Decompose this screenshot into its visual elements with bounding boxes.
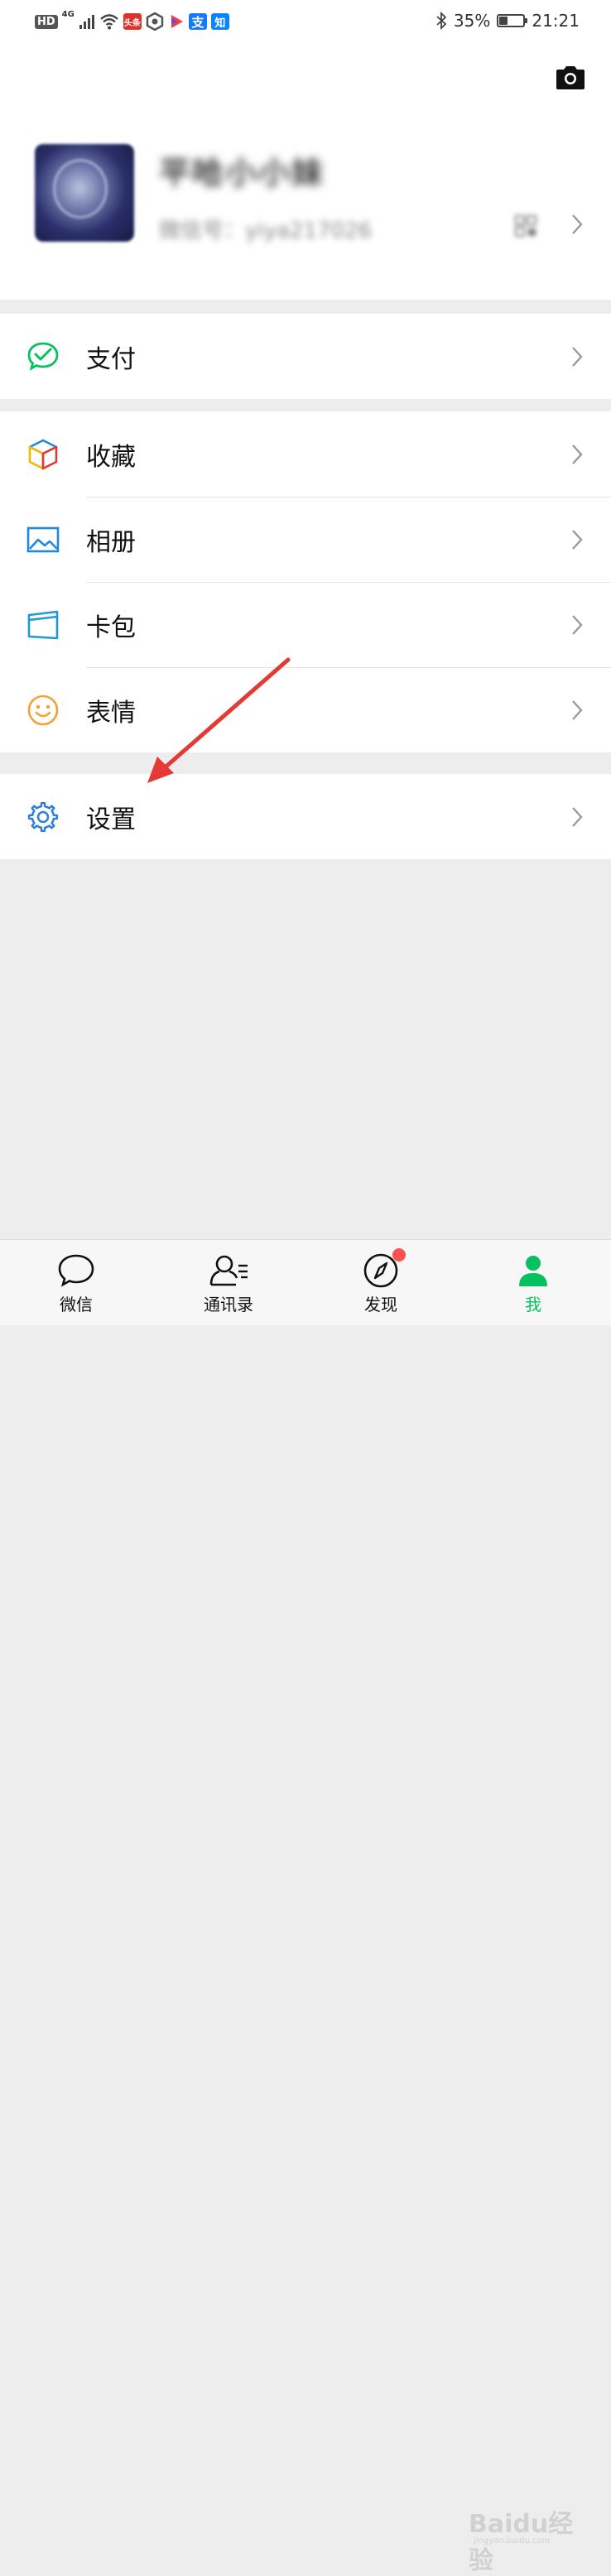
qr-code-icon[interactable]	[515, 215, 536, 237]
zhihu-icon: 知	[210, 13, 229, 30]
status-bar: HD 4G 头条 支 知 35% 21:21	[0, 0, 611, 41]
chevron-right-icon	[572, 346, 583, 367]
album-icon	[26, 526, 60, 553]
menu-item-settings[interactable]: 设置	[0, 774, 611, 859]
chevron-right-icon	[572, 806, 583, 827]
battery-level	[499, 17, 508, 25]
menu-item-favorites[interactable]: 收藏	[0, 411, 611, 497]
menu-label-favorites: 收藏	[86, 442, 136, 472]
tab-label-chats: 微信	[60, 1295, 93, 1314]
watermark-sub: jingyan.baidu.com	[474, 2536, 551, 2545]
chevron-right-icon	[572, 214, 583, 234]
menu-item-pay[interactable]: 支付	[0, 314, 611, 399]
menu-item-album[interactable]: 相册	[0, 497, 611, 582]
battery-icon	[497, 14, 528, 27]
wechat-id: 微信号：yiya217026	[159, 219, 373, 243]
hd-indicator: HD	[35, 14, 58, 29]
me-person-icon	[519, 1256, 547, 1286]
menu-item-cards[interactable]: 卡包	[0, 582, 611, 667]
pay-icon	[27, 342, 59, 371]
menu-label-cards: 卡包	[86, 613, 136, 642]
baidu-watermark: Baidu经验 jingyan.baidu.com	[469, 2502, 585, 2575]
camera-icon[interactable]	[555, 65, 586, 91]
contacts-icon	[209, 1255, 248, 1286]
menu-label-stickers: 表情	[86, 698, 136, 728]
network-type: 4G	[61, 10, 75, 19]
chevron-right-icon	[572, 614, 583, 635]
pixel-app-icon	[146, 12, 164, 31]
menu-item-stickers[interactable]: 表情	[0, 667, 611, 752]
signal-icon	[79, 15, 94, 29]
nickname: 平哈小小妹	[159, 155, 325, 191]
chevron-right-icon	[572, 529, 583, 550]
tab-discover[interactable]: 发现	[331, 1240, 431, 1325]
tab-chats[interactable]: 微信	[26, 1240, 126, 1325]
sticker-smile-icon	[27, 694, 59, 726]
battery-percent: 35%	[453, 11, 491, 31]
wifi-icon	[100, 14, 118, 30]
menu-label-settings: 设置	[86, 805, 136, 834]
chevron-right-icon	[572, 444, 583, 464]
tab-label-me: 我	[525, 1295, 541, 1314]
tab-contacts[interactable]: 通讯录	[179, 1240, 278, 1325]
menu-group-pay: 支付	[0, 314, 611, 399]
menu-group-settings: 设置	[0, 774, 611, 859]
gear-icon	[27, 801, 59, 833]
alipay-icon: 支	[188, 13, 207, 30]
video-player-icon	[171, 15, 183, 28]
menu-label-album: 相册	[86, 527, 136, 557]
clock: 21:21	[532, 11, 580, 31]
card-wallet-icon	[27, 610, 59, 640]
tab-me[interactable]: 我	[484, 1240, 583, 1325]
tab-label-discover: 发现	[364, 1295, 397, 1314]
bluetooth-icon	[436, 12, 447, 30]
bottom-tab-bar: 微信 通讯录 发现 我 Baidu经验 jingyan.baidu.com	[0, 1239, 611, 2575]
menu-group-main: 收藏 相册 卡包 表情	[0, 411, 611, 752]
chat-bubble-icon	[58, 1254, 94, 1287]
avatar[interactable]	[35, 144, 134, 242]
toutiao-icon: 头条	[123, 13, 142, 30]
menu-label-pay: 支付	[86, 344, 136, 374]
chevron-right-icon	[572, 699, 583, 720]
discover-badge-dot	[392, 1248, 406, 1262]
profile-header[interactable]: 平哈小小妹 微信号：yiya217026	[0, 41, 611, 300]
favorites-cube-icon	[28, 439, 58, 470]
tab-label-contacts: 通讯录	[204, 1295, 253, 1314]
